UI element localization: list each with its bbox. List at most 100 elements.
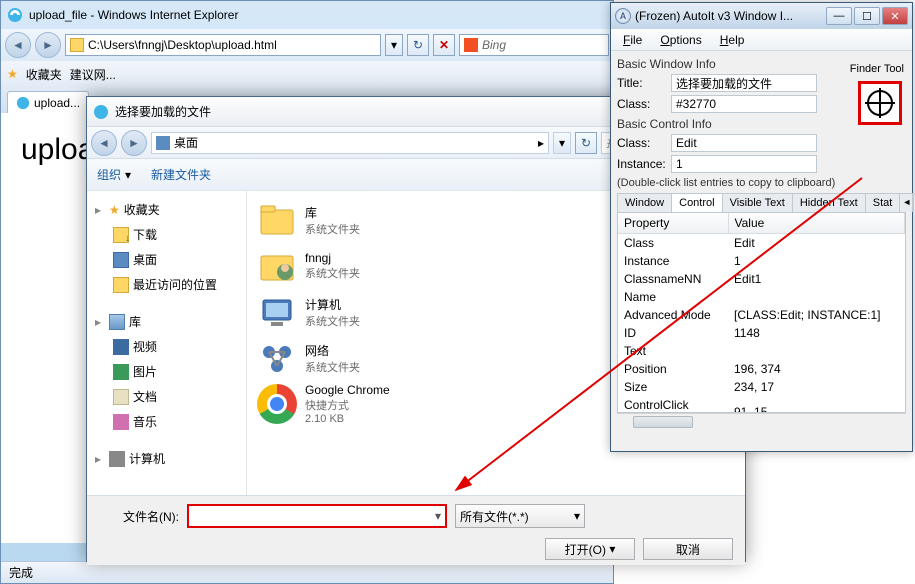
prop-row[interactable]: Text <box>618 342 905 360</box>
file-name: fnngj <box>305 251 360 265</box>
address-text: C:\Users\fnngj\Desktop\upload.html <box>88 38 277 52</box>
finder-tool[interactable] <box>858 81 902 125</box>
dialog-footer: 文件名(N): ▾ 所有文件(*.*)▾ 打开(O) ▾ 取消 <box>87 495 745 565</box>
favorites-label[interactable]: 收藏夹 <box>26 66 62 83</box>
loc-dropdown[interactable]: ▾ <box>553 132 571 154</box>
menu-file[interactable]: File <box>615 31 650 49</box>
tab-control[interactable]: Control <box>671 193 722 212</box>
tree-libraries[interactable]: ▸库 <box>89 309 244 334</box>
search-placeholder: Bing <box>482 38 506 52</box>
location-text: 桌面 <box>174 134 198 151</box>
class-value[interactable]: #32770 <box>671 95 817 113</box>
ie-icon <box>7 7 23 23</box>
close-button[interactable]: ✕ <box>882 7 908 25</box>
title-label: Title: <box>617 76 671 90</box>
file-sub: 系统文件夹 <box>305 221 360 237</box>
cancel-button[interactable]: 取消 <box>643 538 733 560</box>
file-sub: 快捷方式 <box>305 397 390 413</box>
minimize-button[interactable]: — <box>826 7 852 25</box>
tab-scroll-left[interactable]: ◄ <box>899 193 913 212</box>
location-bar[interactable]: 桌面 ▸ <box>151 132 549 154</box>
computer-icon <box>257 292 297 332</box>
tab-visible-text[interactable]: Visible Text <box>722 193 793 212</box>
prop-row[interactable]: ClassnameNNEdit1 <box>618 270 905 288</box>
dlg-back-button[interactable]: ◄ <box>91 130 117 156</box>
autoit-body: Basic Window Info Title:选择要加载的文件 Class:#… <box>611 51 912 435</box>
prop-row[interactable]: ControlClick Coords91, 15 <box>618 396 905 413</box>
tree-downloads[interactable]: 下载 <box>89 222 244 247</box>
autoit-icon: A <box>615 8 631 24</box>
header-property[interactable]: Property <box>618 213 728 234</box>
favorites-bar: ★ 收藏夹 建议网... <box>1 61 613 87</box>
autoit-title: (Frozen) AutoIt v3 Window I... <box>635 9 826 23</box>
ie-icon <box>93 104 109 120</box>
group-basic-control: Basic Control Info <box>617 117 817 131</box>
tree-pictures[interactable]: 图片 <box>89 359 244 384</box>
menu-help[interactable]: Help <box>712 31 753 49</box>
menu-options[interactable]: Options <box>652 31 709 49</box>
prop-row[interactable]: Instance1 <box>618 252 905 270</box>
back-button[interactable]: ◄ <box>5 32 31 58</box>
tree-favorites[interactable]: ▸★收藏夹 <box>89 197 244 222</box>
new-folder-button[interactable]: 新建文件夹 <box>151 166 211 183</box>
property-list: PropertyValue ClassEdit Instance1 Classn… <box>617 213 906 413</box>
tree-recent[interactable]: 最近访问的位置 <box>89 272 244 297</box>
ie-title-text: upload_file - Windows Internet Explorer <box>29 8 238 22</box>
finder-tool-label: Finder Tool <box>850 63 904 75</box>
filename-label: 文件名(N): <box>99 508 179 525</box>
prop-row[interactable]: Advanced Mode[CLASS:Edit; INSTANCE:1] <box>618 306 905 324</box>
clipboard-hint: (Double-click list entries to copy to cl… <box>617 177 906 189</box>
stop-button[interactable]: ✕ <box>433 34 455 56</box>
tree-documents[interactable]: 文档 <box>89 384 244 409</box>
fav-link[interactable]: 建议网... <box>70 66 116 83</box>
tab-window[interactable]: Window <box>617 193 672 212</box>
prop-row[interactable]: Size234, 17 <box>618 378 905 396</box>
tab-strip: Window Control Visible Text Hidden Text … <box>617 193 906 213</box>
star-icon: ★ <box>7 67 18 81</box>
prop-row[interactable]: Name <box>618 288 905 306</box>
desktop-icon <box>156 136 170 150</box>
header-value[interactable]: Value <box>728 213 905 234</box>
tree-desktop[interactable]: 桌面 <box>89 247 244 272</box>
file-filter[interactable]: 所有文件(*.*)▾ <box>455 504 585 528</box>
file-name: 库 <box>305 204 360 221</box>
organize-menu[interactable]: 组织 <box>97 166 121 183</box>
nav-tree: ▸★收藏夹 下载 桌面 最近访问的位置 ▸库 视频 图片 文档 音乐 ▸计算机 <box>87 191 247 495</box>
library-icon <box>257 200 297 240</box>
h-scrollbar[interactable] <box>617 413 906 429</box>
file-name: 计算机 <box>305 296 360 313</box>
ctrl-class-value[interactable]: Edit <box>671 134 817 152</box>
tab-label: upload... <box>34 96 80 110</box>
autoit-window: A (Frozen) AutoIt v3 Window I... — ☐ ✕ F… <box>610 2 913 452</box>
forward-button[interactable]: ► <box>35 32 61 58</box>
search-box[interactable]: Bing <box>459 34 609 56</box>
tab-hidden-text[interactable]: Hidden Text <box>792 193 866 212</box>
address-dropdown[interactable]: ▾ <box>385 34 403 56</box>
folder-icon <box>70 38 84 52</box>
dlg-refresh-button[interactable]: ↻ <box>575 132 597 154</box>
ie-navbar: ◄ ► C:\Users\fnngj\Desktop\upload.html ▾… <box>1 29 613 61</box>
tree-music[interactable]: 音乐 <box>89 409 244 434</box>
file-sub: 系统文件夹 <box>305 359 360 375</box>
dlg-forward-button[interactable]: ► <box>121 130 147 156</box>
group-basic-window: Basic Window Info <box>617 57 817 71</box>
filename-input[interactable]: ▾ <box>187 504 447 528</box>
tree-videos[interactable]: 视频 <box>89 334 244 359</box>
tab-status[interactable]: Stat <box>865 193 901 212</box>
file-size: 2.10 KB <box>305 413 390 425</box>
refresh-button[interactable]: ↻ <box>407 34 429 56</box>
crosshair-icon <box>867 90 893 116</box>
title-value[interactable]: 选择要加载的文件 <box>671 74 817 92</box>
browser-tab[interactable]: upload... <box>7 91 89 113</box>
open-button[interactable]: 打开(O) ▾ <box>545 538 635 560</box>
maximize-button[interactable]: ☐ <box>854 7 880 25</box>
ie-icon <box>16 96 30 110</box>
tree-computer[interactable]: ▸计算机 <box>89 446 244 471</box>
prop-row[interactable]: ID1148 <box>618 324 905 342</box>
address-bar[interactable]: C:\Users\fnngj\Desktop\upload.html <box>65 34 381 56</box>
instance-value[interactable]: 1 <box>671 155 817 173</box>
dialog-title: 选择要加载的文件 <box>115 103 211 120</box>
status-text: 完成 <box>9 566 33 580</box>
prop-row[interactable]: Position196, 374 <box>618 360 905 378</box>
prop-row[interactable]: ClassEdit <box>618 234 905 253</box>
